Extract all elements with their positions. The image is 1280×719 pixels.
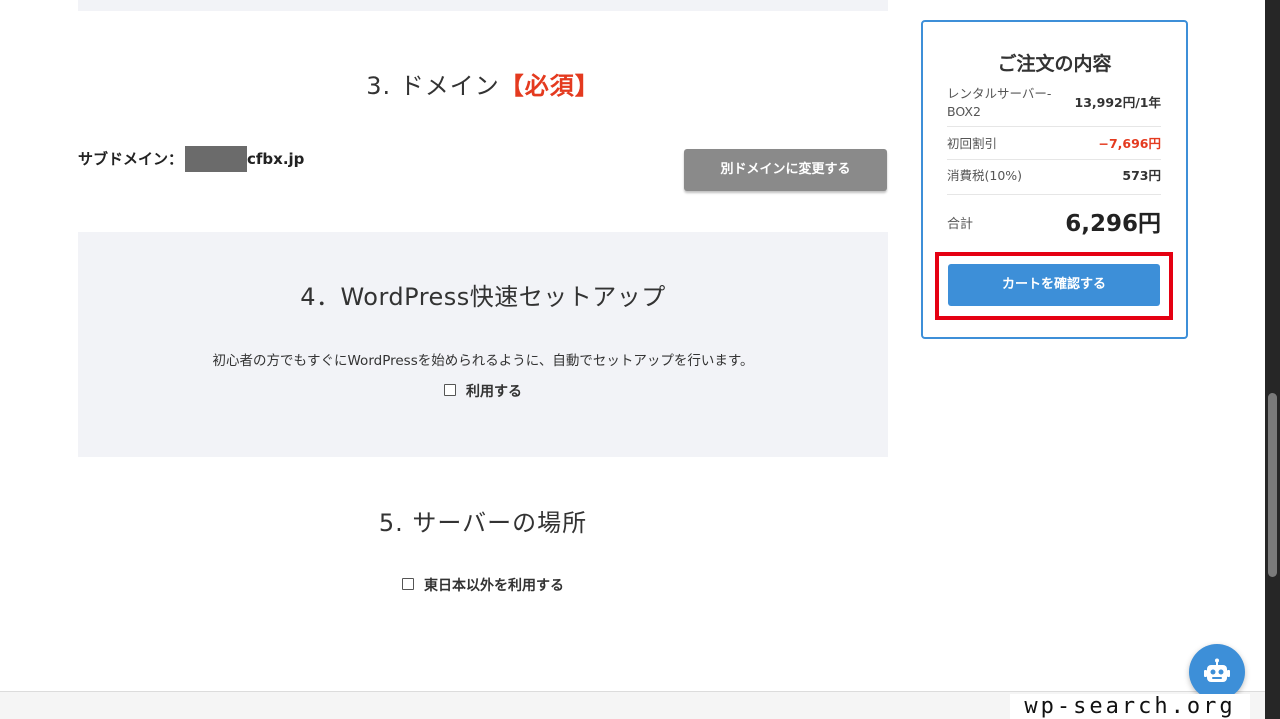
order-divider (947, 126, 1161, 127)
tax-value: 573円 (1122, 168, 1161, 183)
section-top-strip (78, 0, 888, 11)
order-divider (947, 159, 1161, 160)
order-divider (947, 194, 1161, 195)
scrollbar-track[interactable] (1265, 0, 1280, 719)
order-item-label: レンタルサーバー-BOX2 (947, 86, 1052, 119)
server-location-checkbox-label[interactable]: 東日本以外を利用する (424, 578, 564, 594)
subdomain-suffix: cfbx.jp (247, 150, 305, 168)
tax-label: 消費税(10%) (947, 168, 1023, 183)
change-domain-button[interactable]: 別ドメインに変更する (684, 149, 887, 191)
checkbox-icon[interactable] (444, 384, 456, 396)
wordpress-setup-checkbox-label[interactable]: 利用する (466, 384, 522, 400)
chat-bot-button[interactable] (1189, 644, 1245, 700)
total-label: 合計 (947, 217, 974, 232)
required-badge: 【必須】 (499, 72, 600, 100)
discount-value: −7,696円 (1098, 136, 1161, 151)
section-wordpress-setup (78, 232, 888, 457)
section-domain-title: 3. ドメイン【必須】 (78, 66, 888, 106)
discount-label: 初回割引 (947, 136, 998, 151)
checkbox-icon[interactable] (402, 578, 414, 590)
order-summary-title: ご注文の内容 (997, 53, 1112, 75)
robot-icon (1204, 658, 1230, 682)
scrollbar-thumb[interactable] (1268, 393, 1277, 577)
view-cart-button[interactable]: カートを確認する (948, 264, 1160, 306)
total-value: 6,296円 (1065, 211, 1161, 237)
site-watermark: wp-search.org (1010, 694, 1250, 719)
subdomain-masked-value (185, 146, 248, 172)
wordpress-setup-option[interactable]: 利用する (78, 381, 888, 403)
wordpress-setup-title: 4．WordPress快速セットアップ (300, 283, 666, 311)
wordpress-setup-description: 初心者の方でもすぐにWordPressを始められるように、自動でセットアップを行… (212, 353, 754, 369)
subdomain-row: サブドメイン： cfbx.jp (78, 146, 304, 172)
domain-title-text: 3. ドメイン (366, 72, 500, 100)
subdomain-label: サブドメイン： (78, 150, 184, 168)
server-location-title: 5. サーバーの場所 (378, 509, 588, 537)
server-location-option[interactable]: 東日本以外を利用する (78, 575, 888, 597)
order-item-value: 13,992円/1年 (1074, 95, 1162, 110)
